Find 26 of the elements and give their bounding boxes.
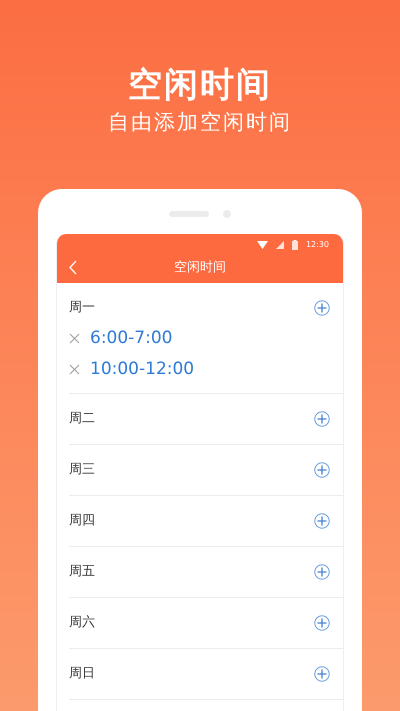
time-slot: 10:00-12:00	[90, 356, 194, 382]
day-label: 周一	[69, 299, 95, 318]
promo-subtitle: 自由添加空闲时间	[108, 109, 292, 136]
day-label: 周五	[69, 563, 95, 582]
promo-title: 空闲时间	[128, 64, 272, 106]
day-label: 周四	[69, 512, 95, 530]
add-icon[interactable]	[314, 666, 330, 682]
wifi-icon	[256, 240, 268, 248]
day-label: 周日	[69, 665, 95, 684]
remove-icon[interactable]	[69, 333, 80, 344]
day-label: 周六	[69, 614, 95, 632]
back-icon[interactable]	[69, 260, 77, 275]
time-slot: 6:00-7:00	[90, 326, 172, 352]
day-label: 周二	[69, 410, 95, 428]
add-icon[interactable]	[314, 300, 330, 316]
add-icon[interactable]	[314, 564, 330, 580]
add-icon[interactable]	[314, 462, 330, 478]
remove-icon[interactable]	[69, 364, 80, 375]
battery-icon	[292, 240, 298, 250]
add-icon[interactable]	[314, 513, 330, 529]
header-title: 空闲时间	[174, 259, 226, 278]
add-icon[interactable]	[314, 411, 330, 427]
signal-icon	[276, 240, 284, 248]
status-time: 12:30	[306, 238, 329, 250]
day-label: 周三	[69, 461, 95, 480]
add-icon[interactable]	[314, 615, 330, 631]
